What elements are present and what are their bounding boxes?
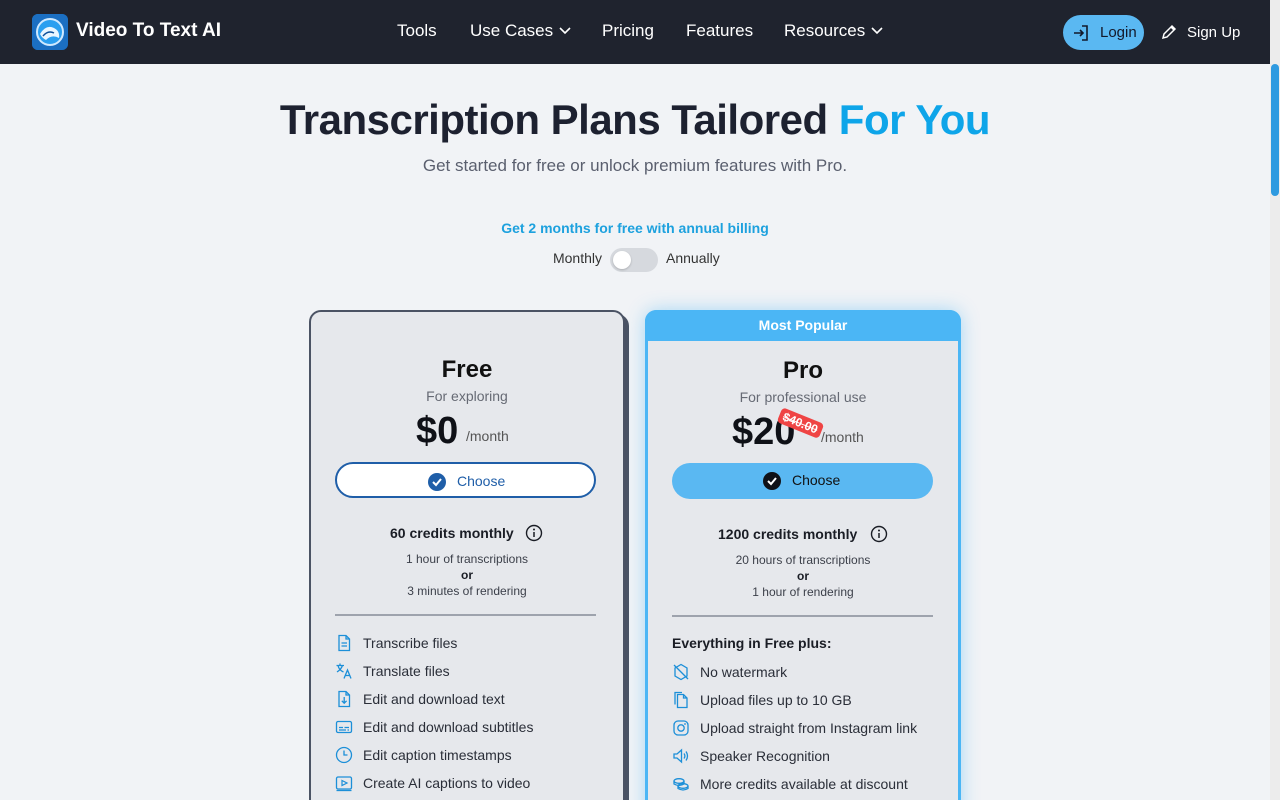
feature-label: Edit caption timestamps bbox=[363, 747, 512, 763]
clock-icon bbox=[335, 746, 353, 764]
plan-description: For professional use bbox=[739, 389, 867, 405]
plan-name: Pro bbox=[782, 357, 823, 384]
feature-list: Transcribe files Translate files Edit an… bbox=[335, 634, 605, 800]
speaker-icon bbox=[673, 748, 689, 764]
feature-item: Upload straight from Instagram link bbox=[672, 719, 942, 747]
chevron-down-icon bbox=[559, 26, 571, 34]
info-icon[interactable] bbox=[525, 524, 543, 542]
feature-label: More credits available at discount bbox=[700, 776, 908, 792]
annual-promo-text: Get 2 months for free with annual billin… bbox=[501, 220, 769, 236]
credits-label: 1200 credits monthly bbox=[718, 526, 858, 542]
feature-item: Upload files up to 10 GB bbox=[672, 691, 942, 719]
feature-item: Create AI captions to video bbox=[335, 774, 605, 800]
nav-tools[interactable]: Tools bbox=[397, 21, 437, 43]
feature-item: No watermark bbox=[672, 663, 942, 691]
page-title: Transcription Plans Tailored For You bbox=[0, 96, 1270, 144]
coins-icon bbox=[673, 778, 689, 791]
toggle-knob bbox=[613, 251, 631, 269]
price-row: $20 $40.00 /month bbox=[648, 407, 958, 459]
document-icon bbox=[338, 634, 351, 652]
feature-label: No watermark bbox=[700, 664, 788, 680]
monthly-label[interactable]: Monthly bbox=[553, 250, 602, 266]
feature-label: Speaker Recognition bbox=[700, 748, 830, 764]
feature-item: Edit and download subtitles bbox=[335, 718, 605, 746]
credits-label: 60 credits monthly bbox=[390, 525, 514, 541]
choose-free-button[interactable]: Choose bbox=[335, 462, 596, 498]
credits-detail-or: or bbox=[461, 568, 473, 582]
top-navigation-bar: Video To Text AI Tools Use Cases Pricing… bbox=[0, 0, 1270, 64]
info-icon[interactable] bbox=[870, 525, 888, 543]
feature-label: Edit and download text bbox=[363, 691, 505, 707]
brand-logo-icon[interactable] bbox=[32, 14, 68, 50]
nav-use-cases-label: Use Cases bbox=[470, 21, 554, 40]
login-label: Login bbox=[1100, 24, 1137, 41]
check-circle-icon bbox=[428, 473, 446, 491]
nav-pricing[interactable]: Pricing bbox=[602, 21, 654, 43]
login-icon bbox=[1074, 25, 1088, 41]
feature-list: No watermark Upload files up to 10 GB Up… bbox=[672, 663, 942, 800]
plan-card-free: Free For exploring $0 /month Choose 60 c… bbox=[309, 310, 625, 800]
feature-label: Edit and download subtitles bbox=[363, 719, 534, 735]
chevron-down-icon bbox=[871, 26, 883, 34]
no-watermark-icon bbox=[673, 663, 689, 681]
feature-item: Transcribe files bbox=[335, 634, 605, 662]
video-icon bbox=[335, 776, 353, 792]
feature-label: Translate files bbox=[363, 663, 450, 679]
plan-price: $0 bbox=[416, 410, 459, 452]
nav-pricing-label: Pricing bbox=[602, 21, 654, 40]
price-period: /month bbox=[821, 429, 864, 445]
brand-name[interactable]: Video To Text AI bbox=[76, 20, 221, 42]
plan-description: For exploring bbox=[426, 388, 508, 404]
price-period: /month bbox=[466, 428, 509, 444]
translate-icon bbox=[336, 663, 352, 679]
feature-label: Transcribe files bbox=[363, 635, 458, 651]
instagram-icon bbox=[673, 720, 689, 736]
plan-name: Free bbox=[441, 356, 493, 383]
signup-label: Sign Up bbox=[1187, 24, 1241, 41]
nav-features-label: Features bbox=[686, 21, 754, 40]
files-icon bbox=[674, 691, 688, 709]
page-subtitle: Get started for free or unlock premium f… bbox=[422, 156, 848, 175]
feature-label: Upload straight from Instagram link bbox=[700, 720, 918, 736]
feature-label: Upload files up to 10 GB bbox=[700, 692, 852, 708]
price-row: $0 /month bbox=[311, 410, 623, 458]
credits-detail-or: or bbox=[797, 569, 809, 583]
feature-label: Create AI captions to video bbox=[363, 775, 531, 791]
nav-features[interactable]: Features bbox=[686, 21, 753, 43]
credits-row: 60 credits monthly bbox=[311, 524, 623, 544]
divider bbox=[335, 614, 596, 616]
choose-label: Choose bbox=[457, 473, 506, 489]
most-popular-badge: Most Popular bbox=[645, 310, 961, 341]
billing-period-toggle[interactable] bbox=[610, 248, 658, 272]
credits-detail-2: 1 hour of rendering bbox=[752, 585, 854, 599]
pencil-icon bbox=[1161, 24, 1177, 40]
feature-item: Edit caption timestamps bbox=[335, 746, 605, 774]
feature-item: More credits available at discount bbox=[672, 775, 942, 800]
download-file-icon bbox=[338, 690, 351, 708]
annually-label[interactable]: Annually bbox=[666, 250, 720, 266]
nav-use-cases[interactable]: Use Cases bbox=[470, 21, 571, 43]
scrollbar-thumb[interactable] bbox=[1271, 64, 1279, 196]
nav-resources[interactable]: Resources bbox=[784, 21, 883, 43]
subtitles-icon bbox=[335, 720, 353, 734]
nav-tools-label: Tools bbox=[397, 21, 437, 40]
credits-detail-1: 20 hours of transcriptions bbox=[735, 553, 871, 567]
feature-item: Edit and download text bbox=[335, 690, 605, 718]
choose-label: Choose bbox=[792, 472, 841, 488]
nav-resources-label: Resources bbox=[784, 21, 866, 40]
billing-toggle-row: Monthly Annually bbox=[0, 248, 1270, 272]
title-accent: For You bbox=[838, 96, 991, 143]
credits-detail-2: 3 minutes of rendering bbox=[407, 584, 527, 598]
title-main: Transcription Plans Tailored bbox=[279, 96, 828, 143]
features-heading: Everything in Free plus: bbox=[672, 635, 832, 651]
feature-item: Translate files bbox=[335, 662, 605, 690]
feature-item: Speaker Recognition bbox=[672, 747, 942, 775]
check-circle-icon bbox=[763, 472, 781, 490]
credits-detail-1: 1 hour of transcriptions bbox=[405, 552, 529, 566]
credits-row: 1200 credits monthly bbox=[648, 525, 958, 545]
divider bbox=[672, 615, 933, 617]
choose-pro-button[interactable]: Choose bbox=[672, 463, 933, 499]
plan-card-pro: Most Popular Pro For professional use $2… bbox=[645, 310, 961, 800]
login-button[interactable]: Login bbox=[1063, 15, 1144, 50]
